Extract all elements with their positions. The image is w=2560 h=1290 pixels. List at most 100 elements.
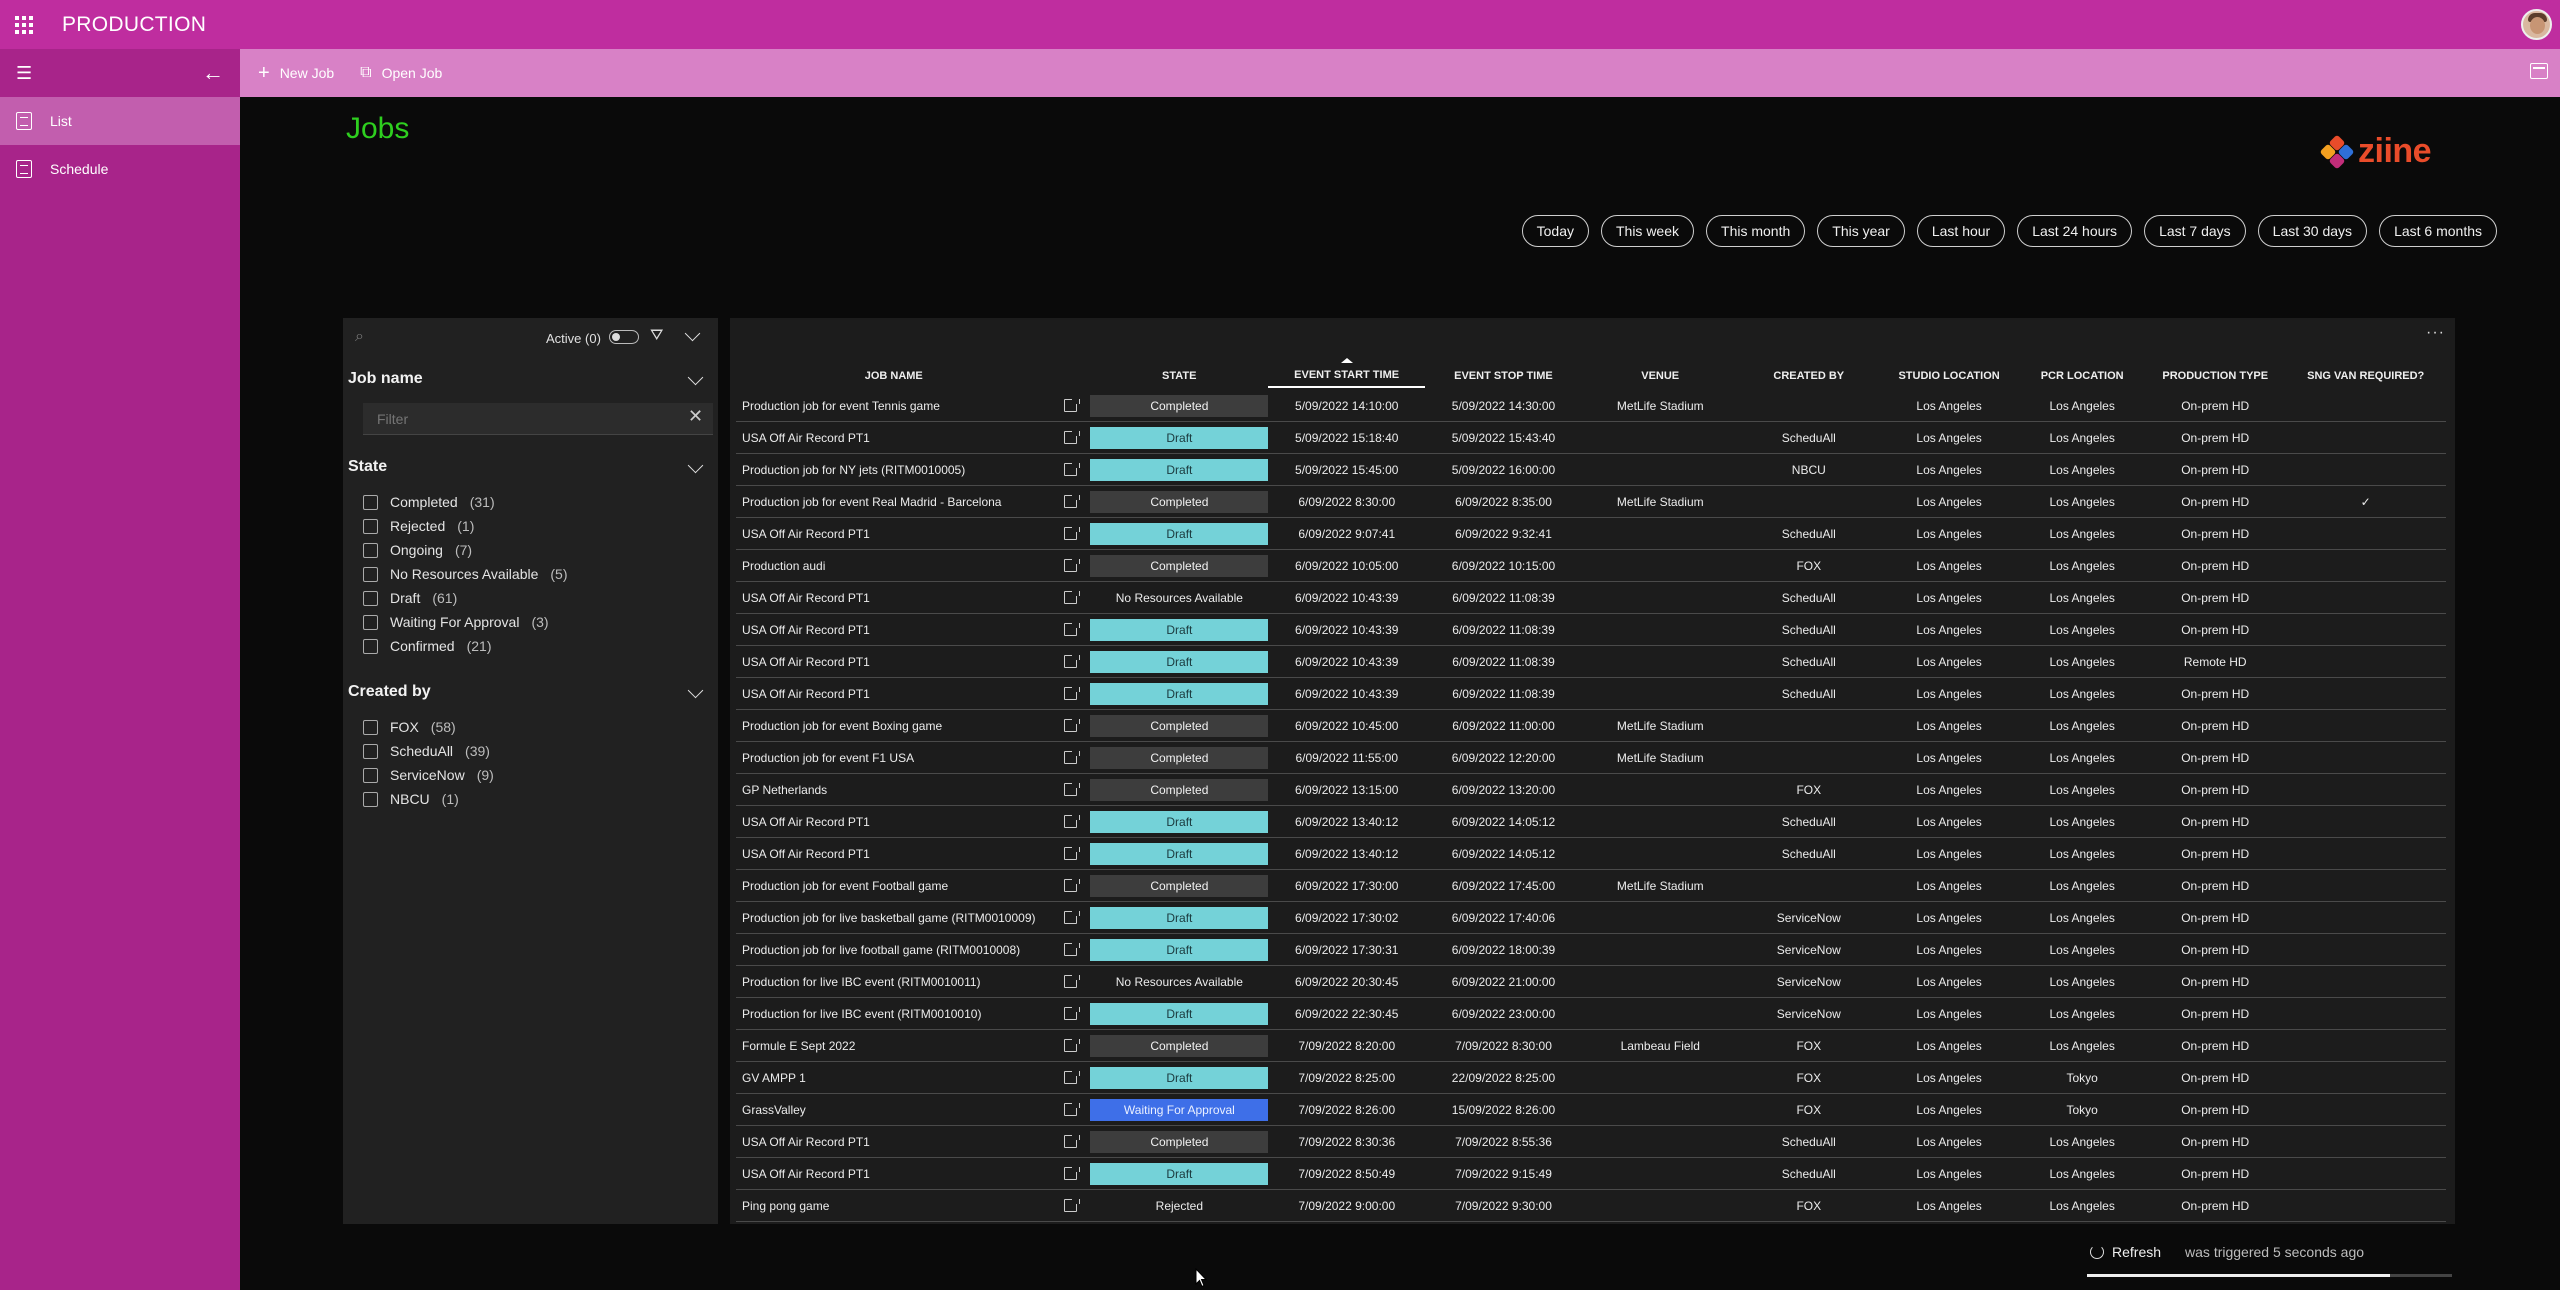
table-row[interactable]: Production job for NY jets (RITM0010005)… bbox=[736, 454, 2446, 486]
open-job-button[interactable]: ⧉ Open Job bbox=[354, 55, 448, 91]
column-header[interactable]: CREATED BY bbox=[1739, 364, 1879, 388]
time-filter-last-hour[interactable]: Last hour bbox=[1916, 215, 2006, 247]
time-filter-last-30-days[interactable]: Last 30 days bbox=[2257, 215, 2368, 247]
filter-option-waiting-for-approval[interactable]: Waiting For Approval (3) bbox=[363, 610, 568, 634]
filter-option-confirmed[interactable]: Confirmed (21) bbox=[363, 634, 568, 658]
user-avatar[interactable] bbox=[2521, 9, 2552, 40]
open-in-new-icon[interactable] bbox=[1064, 943, 1081, 956]
column-header[interactable]: PCR LOCATION bbox=[2019, 364, 2145, 388]
table-row[interactable]: Production job for live football game (R… bbox=[736, 934, 2446, 966]
open-in-new-icon[interactable] bbox=[1064, 751, 1081, 764]
table-row[interactable]: USA Off Air Record PT1 Draft 6/09/2022 10:… bbox=[736, 678, 2446, 710]
open-in-new-icon[interactable] bbox=[1064, 495, 1081, 508]
column-header[interactable]: STATE bbox=[1090, 364, 1268, 388]
open-in-new-icon[interactable] bbox=[1064, 1167, 1081, 1180]
column-header[interactable]: SNG VAN REQUIRED? bbox=[2285, 364, 2446, 388]
open-in-new-icon[interactable] bbox=[1064, 399, 1081, 412]
checkbox[interactable] bbox=[363, 719, 378, 735]
refresh-icon[interactable] bbox=[2090, 1245, 2104, 1259]
open-in-new-icon[interactable] bbox=[1064, 623, 1081, 636]
job-name-filter-input[interactable] bbox=[363, 403, 713, 435]
sidebar-item-list[interactable]: List bbox=[0, 97, 240, 145]
table-row[interactable]: USA Off Air Record PT1 Draft 6/09/2022 13:… bbox=[736, 806, 2446, 838]
sidebar-item-schedule[interactable]: Schedule bbox=[0, 145, 240, 193]
filter-option-nbcu[interactable]: NBCU (1) bbox=[363, 787, 494, 811]
column-header[interactable]: EVENT START TIME bbox=[1268, 364, 1426, 388]
app-launcher-icon[interactable] bbox=[0, 0, 48, 49]
table-row[interactable]: Production job for event Tennis game Comp… bbox=[736, 390, 2446, 422]
collapse-panel-chevron-icon[interactable] bbox=[684, 325, 701, 344]
open-in-new-icon[interactable] bbox=[1064, 815, 1081, 828]
open-in-new-icon[interactable] bbox=[1064, 591, 1081, 604]
table-row[interactable]: Production audi Completed 6/09/2022 10:05:… bbox=[736, 550, 2446, 582]
open-in-new-icon[interactable] bbox=[1064, 1007, 1081, 1020]
table-row[interactable]: USA Off Air Record PT1 Completed 7/09/2022… bbox=[736, 1126, 2446, 1158]
filter-option-scheduall[interactable]: ScheduAll (39) bbox=[363, 739, 494, 763]
checkbox[interactable] bbox=[363, 767, 378, 783]
chevron-down-icon[interactable] bbox=[687, 682, 704, 701]
filter-option-no-resources-available[interactable]: No Resources Available (5) bbox=[363, 562, 568, 586]
checkbox[interactable] bbox=[363, 638, 378, 654]
checkbox[interactable] bbox=[363, 542, 378, 558]
checkbox[interactable] bbox=[363, 566, 378, 582]
table-row[interactable]: Production job for event F1 USA Completed… bbox=[736, 742, 2446, 774]
table-row[interactable]: USA Off Air Record PT1 Draft 6/09/2022 9:0… bbox=[736, 518, 2446, 550]
chevron-down-icon[interactable] bbox=[687, 457, 704, 476]
open-in-new-icon[interactable] bbox=[1064, 463, 1081, 476]
refresh-button[interactable]: Refresh bbox=[2112, 1244, 2161, 1260]
open-in-new-icon[interactable] bbox=[1064, 975, 1081, 988]
calendar-icon[interactable] bbox=[2530, 63, 2548, 79]
time-filter-last-24-hours[interactable]: Last 24 hours bbox=[2017, 215, 2133, 247]
table-row[interactable]: Production job for live basketball game … bbox=[736, 902, 2446, 934]
table-row[interactable]: USA Off Air Record PT1 No Resources Avail… bbox=[736, 582, 2446, 614]
open-in-new-icon[interactable] bbox=[1064, 1039, 1081, 1052]
filter-option-servicenow[interactable]: ServiceNow (9) bbox=[363, 763, 494, 787]
table-row[interactable]: GrassValley Waiting For Approval 7/09/2022… bbox=[736, 1094, 2446, 1126]
column-header[interactable] bbox=[1051, 364, 1090, 388]
active-filters-toggle[interactable] bbox=[609, 330, 639, 344]
filter-option-draft[interactable]: Draft (61) bbox=[363, 586, 568, 610]
table-row[interactable]: USA Off Air Record PT1 Draft 6/09/2022 10:… bbox=[736, 614, 2446, 646]
column-header[interactable]: PRODUCTION TYPE bbox=[2145, 364, 2285, 388]
table-row[interactable]: Production job for event Boxing game Comp… bbox=[736, 710, 2446, 742]
checkbox[interactable] bbox=[363, 518, 378, 534]
open-in-new-icon[interactable] bbox=[1064, 879, 1081, 892]
open-in-new-icon[interactable] bbox=[1064, 1103, 1081, 1116]
filter-option-completed[interactable]: Completed (31) bbox=[363, 490, 568, 514]
time-filter-this-week[interactable]: This week bbox=[1600, 215, 1695, 247]
open-in-new-icon[interactable] bbox=[1064, 1135, 1081, 1148]
time-filter-this-year[interactable]: This year bbox=[1817, 215, 1905, 247]
time-filter-last-6-months[interactable]: Last 6 months bbox=[2379, 215, 2497, 247]
open-in-new-icon[interactable] bbox=[1064, 719, 1081, 732]
table-row[interactable]: USA Off Air Record PT1 Draft 6/09/2022 13:… bbox=[736, 838, 2446, 870]
table-row[interactable]: Ping pong game Rejected 7/09/2022 9:00:00 7… bbox=[736, 1190, 2446, 1222]
column-header[interactable]: VENUE bbox=[1582, 364, 1739, 388]
table-row[interactable]: USA Off Air Record PT1 Draft 5/09/2022 15:… bbox=[736, 422, 2446, 454]
open-in-new-icon[interactable] bbox=[1064, 527, 1081, 540]
hamburger-menu-icon[interactable]: ☰ bbox=[16, 63, 32, 84]
new-job-button[interactable]: + New Job bbox=[252, 55, 340, 91]
clear-filter-icon[interactable]: ⛛ bbox=[650, 327, 663, 345]
back-arrow-icon[interactable]: ← bbox=[202, 60, 224, 86]
open-in-new-icon[interactable] bbox=[1064, 1199, 1081, 1212]
chevron-down-icon[interactable] bbox=[687, 369, 704, 388]
column-header[interactable]: JOB NAME bbox=[736, 364, 1051, 388]
filter-option-ongoing[interactable]: Ongoing (7) bbox=[363, 538, 568, 562]
open-in-new-icon[interactable] bbox=[1064, 911, 1081, 924]
table-row[interactable]: Formule E Sept 2022 Completed 7/09/2022 8:… bbox=[736, 1030, 2446, 1062]
open-in-new-icon[interactable] bbox=[1064, 687, 1081, 700]
open-in-new-icon[interactable] bbox=[1064, 559, 1081, 572]
column-header[interactable]: STUDIO LOCATION bbox=[1879, 364, 2019, 388]
filter-option-rejected[interactable]: Rejected (1) bbox=[363, 514, 568, 538]
open-in-new-icon[interactable] bbox=[1064, 847, 1081, 860]
table-row[interactable]: Production for live IBC event (RITM00100… bbox=[736, 966, 2446, 998]
more-options-icon[interactable]: ··· bbox=[2426, 324, 2445, 342]
checkbox[interactable] bbox=[363, 494, 378, 510]
filter-option-fox[interactable]: FOX (58) bbox=[363, 715, 494, 739]
time-filter-this-month[interactable]: This month bbox=[1706, 215, 1806, 247]
search-icon[interactable]: ⌕ bbox=[355, 328, 364, 346]
time-filter-today[interactable]: Today bbox=[1521, 215, 1589, 247]
table-row[interactable]: Production job for event Real Madrid - B… bbox=[736, 486, 2446, 518]
table-row[interactable]: Production job for event Football game Co… bbox=[736, 870, 2446, 902]
table-row[interactable]: USA Off Air Record PT1 Draft 7/09/2022 8:5… bbox=[736, 1158, 2446, 1190]
